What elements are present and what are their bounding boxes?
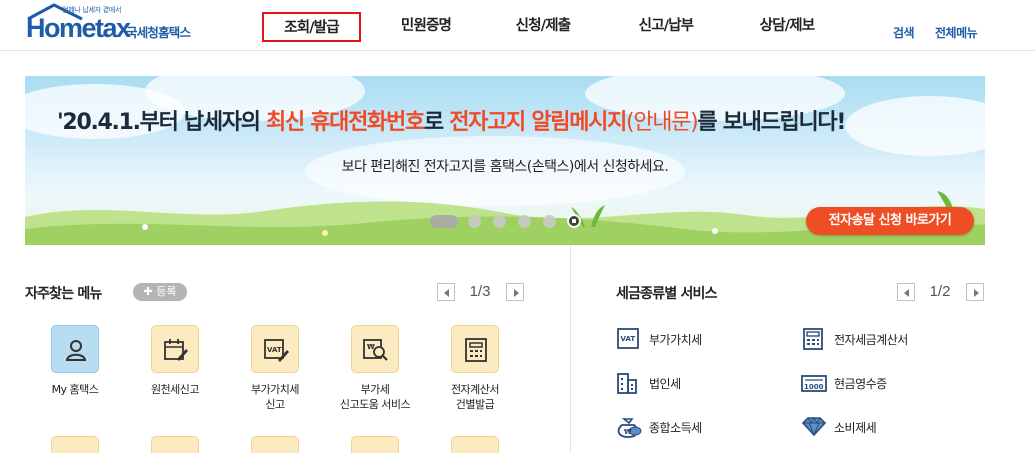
fav-icon-box-partial[interactable] [151, 436, 199, 453]
site-header: 언제나 납세자 곁에서 Hometax 국세청홈택스 조회/발급 민원증명 신청… [0, 0, 1035, 51]
won-search-icon: ₩ [363, 339, 388, 361]
favorites-prev-button[interactable] [437, 283, 455, 301]
all-menu-link[interactable]: 전체메뉴 [935, 24, 978, 41]
banner-dot-4[interactable] [518, 215, 531, 228]
e-delivery-apply-button[interactable]: 전자송달 신청 바로가기 [806, 207, 974, 235]
svg-text:1000: 1000 [804, 383, 824, 391]
hometax-logo[interactable]: 언제나 납세자 곁에서 Hometax 국세청홈택스 [26, 3, 216, 47]
banner-dot-5[interactable] [543, 215, 556, 228]
fav-icon-box-partial[interactable] [451, 436, 499, 453]
banner-stop-icon[interactable] [567, 214, 581, 228]
favorites-add-label: 등록 [156, 285, 177, 298]
tax-services-next-button[interactable] [966, 283, 984, 301]
nav-report-pay[interactable]: 신고/납부 [621, 12, 711, 42]
calculator-icon [465, 338, 487, 362]
svc-label: 현금영수증 [834, 377, 887, 391]
nav-apply-submit[interactable]: 신청/제출 [498, 12, 588, 42]
fav-icon-box-partial[interactable] [351, 436, 399, 453]
banner-subtitle: 보다 편리해진 전자고지를 홈택스(손택스)에서 신청하세요. [341, 159, 669, 175]
fav-label: My 홈택스 [51, 383, 99, 396]
fav-icon-box-partial[interactable] [251, 436, 299, 453]
svc-e-tax-invoice[interactable]: 전자세금계산서 [801, 328, 971, 350]
svc-label: 법인세 [649, 377, 681, 391]
fav-icon-box [151, 325, 199, 373]
cloud-shape [845, 96, 985, 156]
svc-label: 종합소득세 [649, 421, 702, 435]
receipt-icon: 1000 [801, 375, 827, 392]
nav-inquiry-issue[interactable]: 조회/발급 [262, 12, 361, 42]
svg-text:₩: ₩ [367, 343, 375, 351]
fav-icon-box: VAT [251, 325, 299, 373]
svc-corporate-tax[interactable]: 법인세 [616, 372, 776, 394]
svg-text:₩: ₩ [624, 428, 632, 436]
favorites-add-button[interactable]: ✚ 등록 [133, 283, 187, 301]
tax-services-prev-button[interactable] [897, 283, 915, 301]
vat-doc-icon: VAT [264, 339, 289, 362]
logo-subtitle: 국세청홈택스 [126, 25, 191, 40]
banner-dot-2[interactable] [468, 215, 481, 228]
fav-icon-box-partial[interactable] [51, 436, 99, 453]
banner-dot-1[interactable] [430, 215, 458, 228]
fav-icon-box: ₩ [351, 325, 399, 373]
nav-civil-certificate[interactable]: 민원증명 [381, 12, 471, 42]
banner-headline-part: 로 [423, 110, 450, 135]
fav-label: 부가세 신고도움 서비스 [339, 383, 411, 411]
banner-headline: '20.4.1.부터 납세자의 최신 휴대전화번호로 전자고지 알림메시지(안내… [57, 104, 846, 136]
nav-consult-report[interactable]: 상담/제보 [742, 12, 832, 42]
logo-wordmark: Hometax [26, 13, 131, 43]
banner-dot-3[interactable] [493, 215, 506, 228]
search-link[interactable]: 검색 [893, 24, 915, 41]
svc-cash-receipt[interactable]: 1000 현금영수증 [801, 372, 971, 394]
tax-services-title: 세금종류별 서비스 [616, 286, 718, 302]
arrow-left-icon [904, 289, 909, 297]
plus-icon: ✚ [143, 285, 153, 298]
vat-icon: VAT [617, 328, 639, 349]
banner-headline-part: '20.4.1.부터 납세자의 [57, 110, 266, 135]
fav-icon-box [51, 325, 99, 373]
svg-text:VAT: VAT [621, 335, 636, 343]
money-bag-icon: ₩ [617, 418, 642, 438]
diamond-icon [801, 417, 827, 437]
banner-headline-highlight: 최신 휴대전화번호 [266, 110, 425, 135]
favorites-next-button[interactable] [506, 283, 524, 301]
arrow-right-icon [514, 289, 519, 297]
fav-label: 원천세신고 [150, 383, 200, 396]
building-icon [617, 373, 637, 394]
banner-headline-highlight: 전자고지 알림메시지 [449, 110, 627, 135]
favorites-page-indicator: 1/3 [469, 283, 491, 300]
arrow-right-icon [974, 289, 979, 297]
svc-label: 전자세금계산서 [834, 333, 908, 347]
favorites-title: 자주찾는 메뉴 [25, 286, 102, 302]
svc-vat[interactable]: VAT 부가가치세 [616, 328, 776, 350]
banner-headline-highlight: (안내문) [626, 110, 699, 135]
fav-icon-box [451, 325, 499, 373]
fav-label: 부가가치세 신고 [250, 383, 300, 411]
calendar-pen-icon [164, 339, 188, 361]
promo-banner[interactable]: '20.4.1.부터 납세자의 최신 휴대전화번호로 전자고지 알림메시지(안내… [25, 76, 985, 245]
banner-headline-part: 를 보내드립니다! [697, 110, 846, 135]
person-icon [65, 340, 87, 361]
fav-label: 전자계산서 건별발급 [450, 383, 500, 411]
arrow-left-icon [444, 289, 449, 297]
svc-label: 부가가치세 [649, 333, 702, 347]
svc-label: 소비제세 [834, 421, 877, 435]
svc-income-tax[interactable]: ₩ 종합소득세 [616, 416, 776, 438]
tax-services-page-indicator: 1/2 [929, 283, 951, 300]
section-divider [570, 246, 571, 453]
svc-consumption-tax[interactable]: 소비제세 [801, 416, 971, 438]
svg-text:VAT: VAT [267, 346, 282, 354]
calculator-icon [803, 328, 823, 350]
